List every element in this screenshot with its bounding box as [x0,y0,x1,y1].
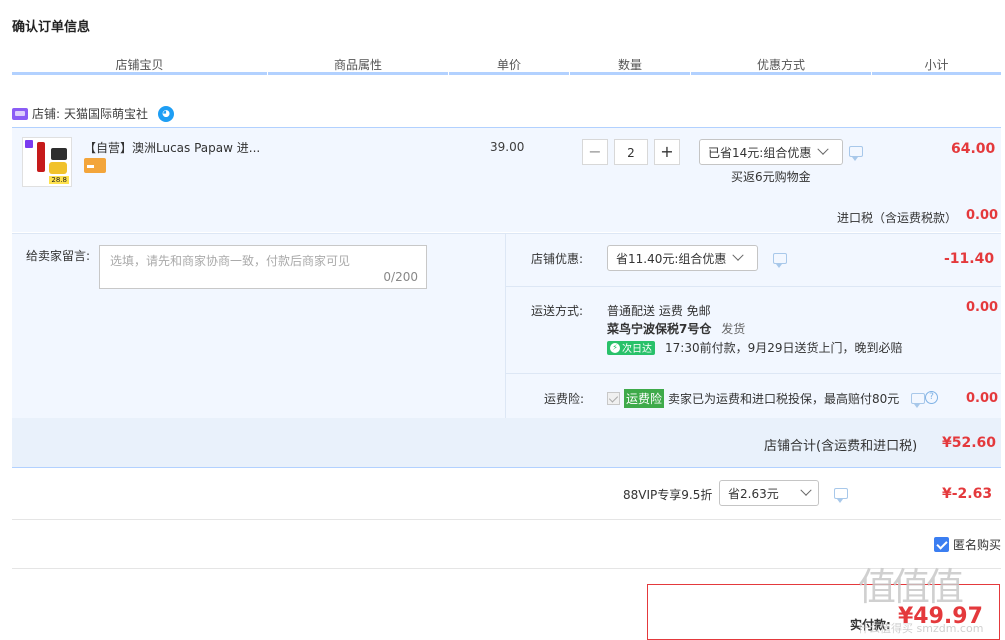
shop-discount-select[interactable]: 省11.40元:组合优惠 [607,245,758,271]
col-underline [570,72,690,75]
shop-discount-label: 店铺优惠: [531,252,584,266]
shop-name[interactable]: 天猫国际萌宝社 [64,105,148,122]
delivery-promise-text: 17:30前付款，9月29日送货上门，晚到必赔 [665,341,903,355]
page-title: 确认订单信息 [12,20,91,35]
col-header-subtotal: 小计 [924,58,949,72]
vip-discount-select[interactable]: 省2.63元 [719,480,819,506]
shop-discount-value: -11.40 [944,251,995,267]
chevron-down-icon [800,484,812,496]
divider [12,568,1001,569]
rebate-text: 买返6元购物金 [731,170,811,184]
note-placeholder: 选填，请先和商家协商一致，付款后商家可见 [110,254,351,268]
shop-total-label: 店铺合计(含运费和进口税) [764,439,918,454]
col-underline [449,72,569,75]
warehouse-name: 菜鸟宁波保税7号仓 [607,322,712,336]
watermark-logo: 值值值 [858,565,964,609]
row-divider [505,373,1001,374]
message-icon[interactable] [911,393,925,408]
quantity-decrease-button[interactable]: − [582,139,608,165]
row-divider [505,286,1001,287]
col-header-shop-item: 店铺宝贝 [115,58,164,72]
quantity-input[interactable]: 2 [614,139,648,165]
lightning-icon: ⚡ [610,342,620,353]
item-discount-select[interactable]: 已省14元:组合优惠 [699,139,843,165]
message-icon[interactable] [773,253,787,268]
next-day-label: 次日达 [622,344,652,355]
chevron-down-icon [817,143,829,155]
shipping-method: 普通配送 运费 免邮 [607,304,711,318]
insurance-label: 运费险: [544,392,585,406]
vip-discount-select-value: 省2.63元 [728,486,779,501]
item-subtotal: 64.00 [951,141,996,157]
tmall-shop-icon [12,107,28,120]
anonymous-purchase[interactable]: 匿名购买 [934,536,1001,553]
shop-discount-select-value: 省11.40元:组合优惠 [616,251,727,266]
seller-note-input[interactable]: 选填，请先和商家协商一致，付款后商家可见 0/200 [99,245,427,289]
anonymous-label: 匿名购买 [953,538,1002,552]
col-header-unit-price: 单价 [496,58,521,72]
insurance-desc: 卖家已为运费和进口税投保，最高赔付80元 [668,392,900,406]
divider [505,233,506,418]
chevron-down-icon [732,249,745,261]
product-title[interactable]: 【自营】澳洲Lucas Papaw 进... [84,139,260,156]
next-day-badge: ⚡ 次日达 [607,340,655,355]
insurance-tag: 运费险 [624,389,665,408]
col-underline [12,72,267,75]
vip-discount-value: ¥-2.63 [942,486,993,502]
vip-discount-label: 88VIP专享9.5折 [623,488,713,502]
col-header-attributes: 商品属性 [333,58,382,72]
thumb-price: 28.8 [49,176,69,184]
tmall-badge-icon [25,140,33,148]
col-header-quantity: 数量 [617,58,642,72]
col-underline [268,72,448,75]
item-discount-select-value: 已省14元:组合优惠 [708,145,812,160]
delivery-promise: ⚡ 次日达 17:30前付款，9月29日送货上门，晚到必赔 [607,339,903,356]
import-tax-label: 进口税（含运费税款） [837,211,958,225]
insurance-row: 运费险 卖家已为运费和进口税投保，最高赔付80元 [607,389,899,408]
quantity-increase-button[interactable]: + [654,139,680,165]
shop-total-value: ¥52.60 [942,435,997,451]
import-tax-value: 0.00 [966,208,999,223]
shipping-value: 0.00 [966,300,999,315]
col-underline [872,72,1001,75]
wangwang-chat-icon[interactable]: ◕ [158,105,175,122]
col-header-discount: 优惠方式 [756,58,805,72]
note-char-count: 0/200 [383,270,418,284]
shop-label: 店铺: [32,107,61,121]
ship-word: 发货 [721,322,746,336]
note-label: 给卖家留言: [26,249,91,263]
shipping-label: 运送方式: [531,304,584,318]
insurance-checkbox[interactable] [607,392,620,405]
shop-header: 店铺: 天猫国际萌宝社 ◕ [12,105,175,122]
col-underline [691,72,871,75]
message-icon[interactable] [834,488,848,503]
message-icon[interactable] [849,146,863,161]
insurance-value: 0.00 [966,391,999,406]
unit-price: 39.00 [490,140,525,154]
quantity-stepper: − 2 + [582,139,680,165]
shipping-origin: 菜鸟宁波保税7号仓 发货 [607,320,745,337]
product-thumbnail[interactable]: 28.8 [22,137,72,187]
help-icon[interactable]: ? [925,391,938,404]
credit-card-icon [84,158,106,173]
watermark-site: 什么值得买 smzdm.com [858,622,984,635]
divider [12,519,1001,520]
anonymous-checkbox[interactable] [934,537,949,552]
